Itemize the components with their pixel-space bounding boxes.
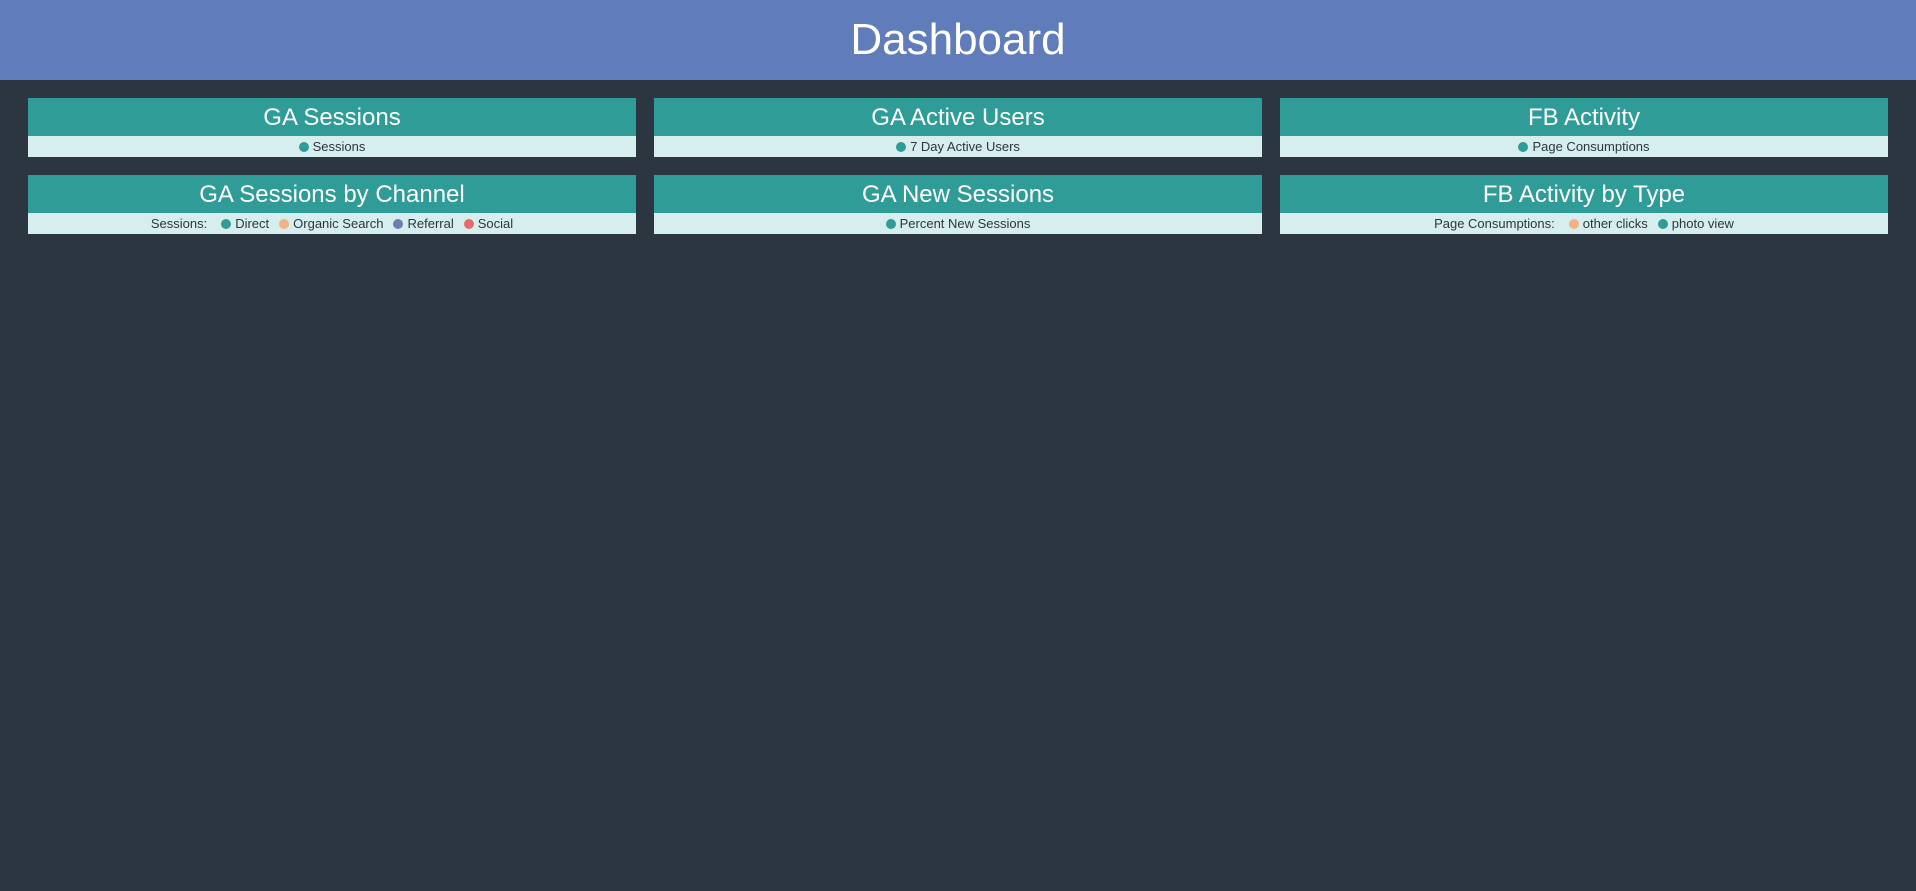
card-ga-new-sessions: GA New Sessions Percent New Sessions 0%1… — [654, 175, 1262, 234]
legend-item: Direct — [221, 216, 269, 231]
legend-swatch — [896, 142, 906, 152]
legend-swatch — [221, 219, 231, 229]
card-title: GA Sessions — [28, 98, 636, 136]
card-title: FB Activity — [1280, 98, 1888, 136]
legend-label: Referral — [407, 216, 453, 231]
legend-item: Sessions — [299, 139, 366, 154]
card-ga-sessions: GA Sessions Sessions 0501001502002503003… — [28, 98, 636, 157]
card-title: FB Activity by Type — [1280, 175, 1888, 213]
legend-bar: 7 Day Active Users — [654, 136, 1262, 157]
legend-item: Organic Search — [279, 216, 383, 231]
legend-label: Page Consumptions — [1532, 139, 1649, 154]
legend-label: Percent New Sessions — [900, 216, 1031, 231]
legend-bar: Percent New Sessions — [654, 213, 1262, 234]
card-fb-activity-type: FB Activity by Type Page Consumptions: ot… — [1280, 175, 1888, 234]
legend-swatch — [464, 219, 474, 229]
legend-swatch — [1658, 219, 1668, 229]
card-ga-sessions-channel: GA Sessions by Channel Sessions: Direct Or… — [28, 175, 636, 234]
page-title: Dashboard — [850, 15, 1065, 65]
legend-label: other clicks — [1583, 216, 1648, 231]
legend-item: Percent New Sessions — [886, 216, 1031, 231]
legend-swatch — [1518, 142, 1528, 152]
card-title: GA Active Users — [654, 98, 1262, 136]
legend-bar: Page Consumptions — [1280, 136, 1888, 157]
dashboard-grid: GA Sessions Sessions 0501001502002503003… — [0, 80, 1916, 252]
legend-label: Organic Search — [293, 216, 383, 231]
legend-bar: Sessions — [28, 136, 636, 157]
legend-swatch — [393, 219, 403, 229]
legend-swatch — [299, 142, 309, 152]
legend-swatch — [279, 219, 289, 229]
legend-label: Social — [478, 216, 513, 231]
legend-group-label: Sessions: — [151, 216, 207, 231]
card-title: GA New Sessions — [654, 175, 1262, 213]
legend-label: Direct — [235, 216, 269, 231]
legend-item: 7 Day Active Users — [896, 139, 1020, 154]
card-title: GA Sessions by Channel — [28, 175, 636, 213]
legend-item: other clicks — [1569, 216, 1648, 231]
legend-item: photo view — [1658, 216, 1734, 231]
legend-bar: Sessions: Direct Organic Search Referral Soc… — [28, 213, 636, 234]
legend-item: Social — [464, 216, 513, 231]
legend-swatch — [1569, 219, 1579, 229]
legend-group-label: Page Consumptions: — [1434, 216, 1555, 231]
card-fb-activity: FB Activity Page Consumptions 0501001502… — [1280, 98, 1888, 157]
legend-swatch — [886, 219, 896, 229]
legend-label: Sessions — [313, 139, 366, 154]
header-banner: Dashboard — [0, 0, 1916, 80]
legend-label: 7 Day Active Users — [910, 139, 1020, 154]
legend-item: Page Consumptions — [1518, 139, 1649, 154]
card-ga-active-users: GA Active Users 7 Day Active Users 01020… — [654, 98, 1262, 157]
legend-label: photo view — [1672, 216, 1734, 231]
legend-bar: Page Consumptions: other clicks photo view — [1280, 213, 1888, 234]
legend-item: Referral — [393, 216, 453, 231]
